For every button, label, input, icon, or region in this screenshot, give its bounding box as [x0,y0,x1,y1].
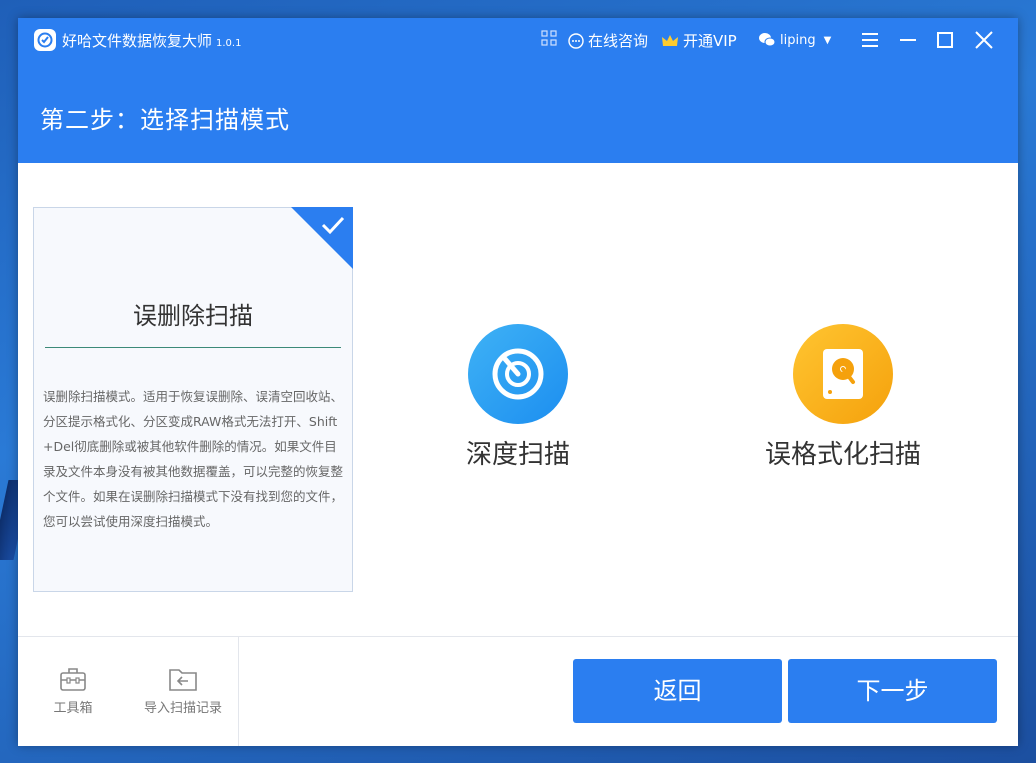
toolbox-icon [60,668,86,691]
mode-label: 深度扫描 [465,440,570,470]
import-scan-record-button[interactable]: 导入扫描记录 [138,665,228,716]
username: liping [780,32,816,48]
vip-button[interactable]: 开通VIP [661,30,737,51]
toolbox-label: 工具箱 [53,701,93,716]
maximize-icon[interactable] [933,28,957,52]
toolbox-button[interactable]: 工具箱 [48,665,98,716]
chat-bubble-icon [568,32,584,49]
back-button[interactable]: 返回 [573,659,782,723]
mode-label: 误格式化扫描 [764,440,921,470]
close-icon[interactable] [972,28,996,52]
app-version: 1.0.1 [216,38,242,49]
mode-title: 误删除扫描 [133,302,253,330]
menu-icon[interactable] [858,28,882,52]
divider [238,637,239,746]
chevron-down-icon: ▼ [823,34,832,46]
vip-label: 开通VIP [683,32,737,50]
title-bar: 好哈文件数据恢复大师 1.0.1 在线咨询 开通VIP liping ▼ [18,18,1018,62]
next-step-button[interactable]: 下一步 [788,659,997,723]
app-title: 好哈文件数据恢复大师 1.0.1 [62,30,241,51]
folder-import-icon [169,669,197,691]
mode-card-deleted-scan[interactable]: 误删除扫描 误删除扫描模式。适用于恢复误删除、误清空回收站、分区提示格式化、分区… [33,207,353,592]
step-title: 第二步：选择扫描模式 [40,106,290,134]
disk-icon [793,324,893,424]
consult-label: 在线咨询 [588,32,649,50]
app-logo-icon [34,29,56,51]
user-menu[interactable]: liping ▼ [758,32,831,48]
header-bar: 好哈文件数据恢复大师 1.0.1 在线咨询 开通VIP liping ▼ 第二步… [18,18,1018,163]
crown-icon [662,34,678,46]
app-name: 好哈文件数据恢复大师 [62,32,213,50]
mode-option-format-scan[interactable]: 误格式化扫描 [753,324,933,471]
online-consult-button[interactable]: 在线咨询 [568,30,648,51]
mode-option-deep-scan[interactable]: 深度扫描 [448,324,588,471]
wechat-icon [759,33,776,47]
minimize-icon[interactable] [896,28,920,52]
divider [45,347,341,348]
import-label: 导入扫描记录 [143,701,222,716]
footer-bar: 工具箱 导入扫描记录 返回 下一步 [18,636,1018,746]
mode-description: 误删除扫描模式。适用于恢复误删除、误清空回收站、分区提示格式化、分区变成RAW格… [43,389,344,529]
app-window: 好哈文件数据恢复大师 1.0.1 在线咨询 开通VIP liping ▼ 第二步… [18,18,1018,746]
radar-icon [468,324,568,424]
qr-grid-icon[interactable] [541,30,557,46]
selected-check-icon [291,207,353,269]
